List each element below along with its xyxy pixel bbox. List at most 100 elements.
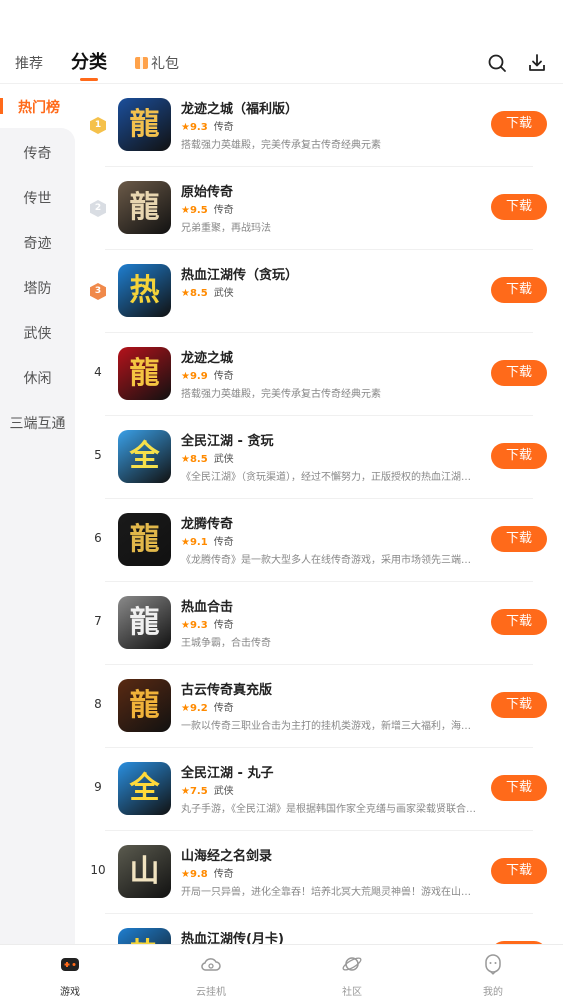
game-row[interactable]: 1 龍 龙迹之城（福利版） ★9.3 传奇 搭载强力英雄殿，完美传承复古传奇经典元素 下载 <box>75 84 563 167</box>
gamepad-icon <box>61 958 79 971</box>
game-score: 9.2 <box>189 703 208 714</box>
sidebar-item-xiuxian[interactable]: 休闲 <box>0 368 75 388</box>
star-icon: ★ <box>181 620 190 631</box>
download-button[interactable]: 下载 <box>491 443 547 469</box>
game-name[interactable]: 热血江湖传(月卡) <box>181 928 284 944</box>
game-name[interactable]: 龙迹之城（福利版） <box>181 98 298 117</box>
game-name[interactable]: 热血合击 <box>181 596 233 615</box>
search-icon[interactable] <box>486 52 508 74</box>
rank-number: 5 <box>94 448 102 462</box>
app-icon[interactable]: 龍 <box>118 181 171 234</box>
download-button[interactable]: 下载 <box>491 277 547 303</box>
app-icon-glyph: 龍 <box>129 522 160 557</box>
app-icon[interactable]: 全 <box>118 430 171 483</box>
game-genre: 武侠 <box>213 786 234 797</box>
game-score: 9.8 <box>189 869 208 880</box>
nav-community[interactable]: 社区 <box>282 945 422 1001</box>
game-meta: ★7.5 武侠 <box>181 782 234 797</box>
star-icon: ★ <box>181 703 190 714</box>
game-score: 9.3 <box>189 122 208 133</box>
download-button[interactable]: 下载 <box>491 858 547 884</box>
game-name[interactable]: 龙迹之城 <box>181 347 233 366</box>
game-meta: ★8.5 武侠 <box>181 450 234 465</box>
game-description: 一款以传奇三职业合击为主打的挂机类游戏，新增三大福利，海量福利送不停 <box>181 721 477 732</box>
download-icon[interactable] <box>526 52 548 74</box>
rank-medal-icon: 3 <box>90 283 106 300</box>
top-tab-bar: 推荐 分类 礼包 <box>0 40 563 84</box>
sidebar-item-hot[interactable]: 热门榜 <box>0 84 75 128</box>
active-indicator <box>0 98 3 114</box>
app-icon[interactable]: 龍 <box>118 596 171 649</box>
game-name[interactable]: 古云传奇真充版 <box>181 679 272 698</box>
game-row[interactable]: 3 热 热血江湖传（贪玩） ★8.5 武侠 下载 <box>75 250 563 333</box>
game-row[interactable]: 8 龍 古云传奇真充版 ★9.2 传奇 一款以传奇三职业合击为主打的挂机类游戏，新增三大福… <box>75 665 563 748</box>
star-icon: ★ <box>181 786 190 797</box>
game-genre: 武侠 <box>213 454 234 465</box>
game-row[interactable]: 5 全 全民江湖 - 贪玩 ★8.5 武侠 《全民江湖》（贪玩渠道），经过不懈努力，正版授… <box>75 416 563 499</box>
game-row[interactable]: 9 全 全民江湖 - 丸子 ★7.5 武侠 丸子手游，《全民江湖》是根据韩国作家全克缮与画… <box>75 748 563 831</box>
star-icon: ★ <box>181 869 190 880</box>
game-meta: ★8.5 武侠 <box>181 284 234 299</box>
app-icon[interactable]: 龍 <box>118 679 171 732</box>
game-row[interactable]: 10 山 山海经之名剑录 ★9.8 传奇开局一只异兽，进化全靠吞！培养北冥大荒飓灵神兽！… <box>75 831 563 914</box>
tab-recommend[interactable]: 推荐 <box>15 53 43 73</box>
nav-games[interactable]: 游戏 <box>0 945 140 1001</box>
app-icon[interactable]: 龍 <box>118 513 171 566</box>
app-icon[interactable]: 山 <box>118 845 171 898</box>
nav-profile[interactable]: 我的 <box>423 945 563 1001</box>
game-genre: 传奇 <box>213 205 234 216</box>
download-button[interactable]: 下载 <box>491 111 547 137</box>
app-icon[interactable]: 热 <box>118 264 171 317</box>
sidebar-item-label: 热门榜 <box>18 100 60 116</box>
game-row[interactable]: 6 龍 龙腾传奇 ★9.1 传奇 《龙腾传奇》是一款大型多人在线传奇游戏，采用市场领先三端… <box>75 499 563 582</box>
sidebar-item-qiji[interactable]: 奇迹 <box>0 233 75 253</box>
download-button[interactable]: 下载 <box>491 360 547 386</box>
download-button[interactable]: 下载 <box>491 194 547 220</box>
game-description: 兄弟重聚，再战玛法 <box>181 223 271 234</box>
sidebar-item-tafang[interactable]: 塔防 <box>0 278 75 298</box>
download-button[interactable]: 下载 <box>491 692 547 718</box>
game-meta: ★9.2 传奇 <box>181 699 234 714</box>
download-button[interactable]: 下载 <box>491 609 547 635</box>
app-icon-glyph: 龍 <box>129 605 160 640</box>
app-icon[interactable]: 龍 <box>118 98 171 151</box>
sidebar-item-wuxia[interactable]: 武侠 <box>0 323 75 343</box>
game-row[interactable]: 11热热血江湖传(月卡)下载 <box>75 914 563 944</box>
sidebar-list: 传奇 传世 奇迹 塔防 武侠 休闲 三端互通 <box>0 128 75 944</box>
game-meta: ★9.8 传奇 <box>181 865 234 880</box>
sidebar-item-chuanshi[interactable]: 传世 <box>0 188 75 208</box>
game-name[interactable]: 龙腾传奇 <box>181 513 233 532</box>
app-icon-glyph: 龍 <box>129 107 160 142</box>
rank-number: 10 <box>90 863 106 877</box>
game-name[interactable]: 全民江湖 - 贪玩 <box>181 430 273 449</box>
app-icon[interactable]: 龍 <box>118 347 171 400</box>
app-icon[interactable]: 全 <box>118 762 171 815</box>
game-name[interactable]: 原始传奇 <box>181 181 233 200</box>
nav-cloud[interactable]: 云挂机 <box>141 945 281 1001</box>
download-button[interactable]: 下载 <box>491 775 547 801</box>
game-name[interactable]: 热血江湖传（贪玩） <box>181 264 298 283</box>
game-score: 8.5 <box>189 454 208 465</box>
download-button[interactable]: 下载 <box>491 526 547 552</box>
game-row[interactable]: 4 龍 龙迹之城 ★9.9 传奇 搭载强力英雄殿，完美传承复古传奇经典元素 下载 <box>75 333 563 416</box>
game-description: 《龙腾传奇》是一款大型多人在线传奇游戏，采用市场领先三端互通技术 <box>181 555 477 566</box>
game-name[interactable]: 山海经之名剑录 <box>181 845 272 864</box>
star-icon: ★ <box>181 122 190 133</box>
sidebar-item-sanduan[interactable]: 三端互通 <box>0 413 75 433</box>
planet-icon <box>342 957 362 971</box>
game-description: 开局一只异兽，进化全靠吞！培养北冥大荒飓灵神兽！游戏在山海经的背景下展开 <box>181 887 477 898</box>
game-row[interactable]: 2 龍 原始传奇 ★9.5 传奇 兄弟重聚，再战玛法 下载 <box>75 167 563 250</box>
app-icon-glyph: 热 <box>129 273 160 308</box>
tab-gift[interactable]: 礼包 <box>135 53 179 73</box>
app-icon[interactable]: 热 <box>118 928 171 944</box>
nav-label: 云挂机 <box>196 987 226 998</box>
sidebar-item-chuanqi[interactable]: 传奇 <box>0 143 75 163</box>
tab-category[interactable]: 分类 <box>71 48 107 74</box>
game-name[interactable]: 全民江湖 - 丸子 <box>181 762 273 781</box>
game-genre: 武侠 <box>213 288 234 299</box>
game-list[interactable]: 1 龍龙迹之城（福利版） ★9.3 传奇 搭载强力英雄殿，完美传承复古传奇经典元素 下载 2… <box>75 84 563 944</box>
game-meta: ★9.5 传奇 <box>181 201 234 216</box>
gift-icon <box>135 57 148 69</box>
game-row[interactable]: 7 龍 热血合击 ★9.3 传奇 王城争霸，合击传奇 下载 <box>75 582 563 665</box>
bottom-nav: 游戏 云挂机 社区 我的 <box>0 944 563 1001</box>
